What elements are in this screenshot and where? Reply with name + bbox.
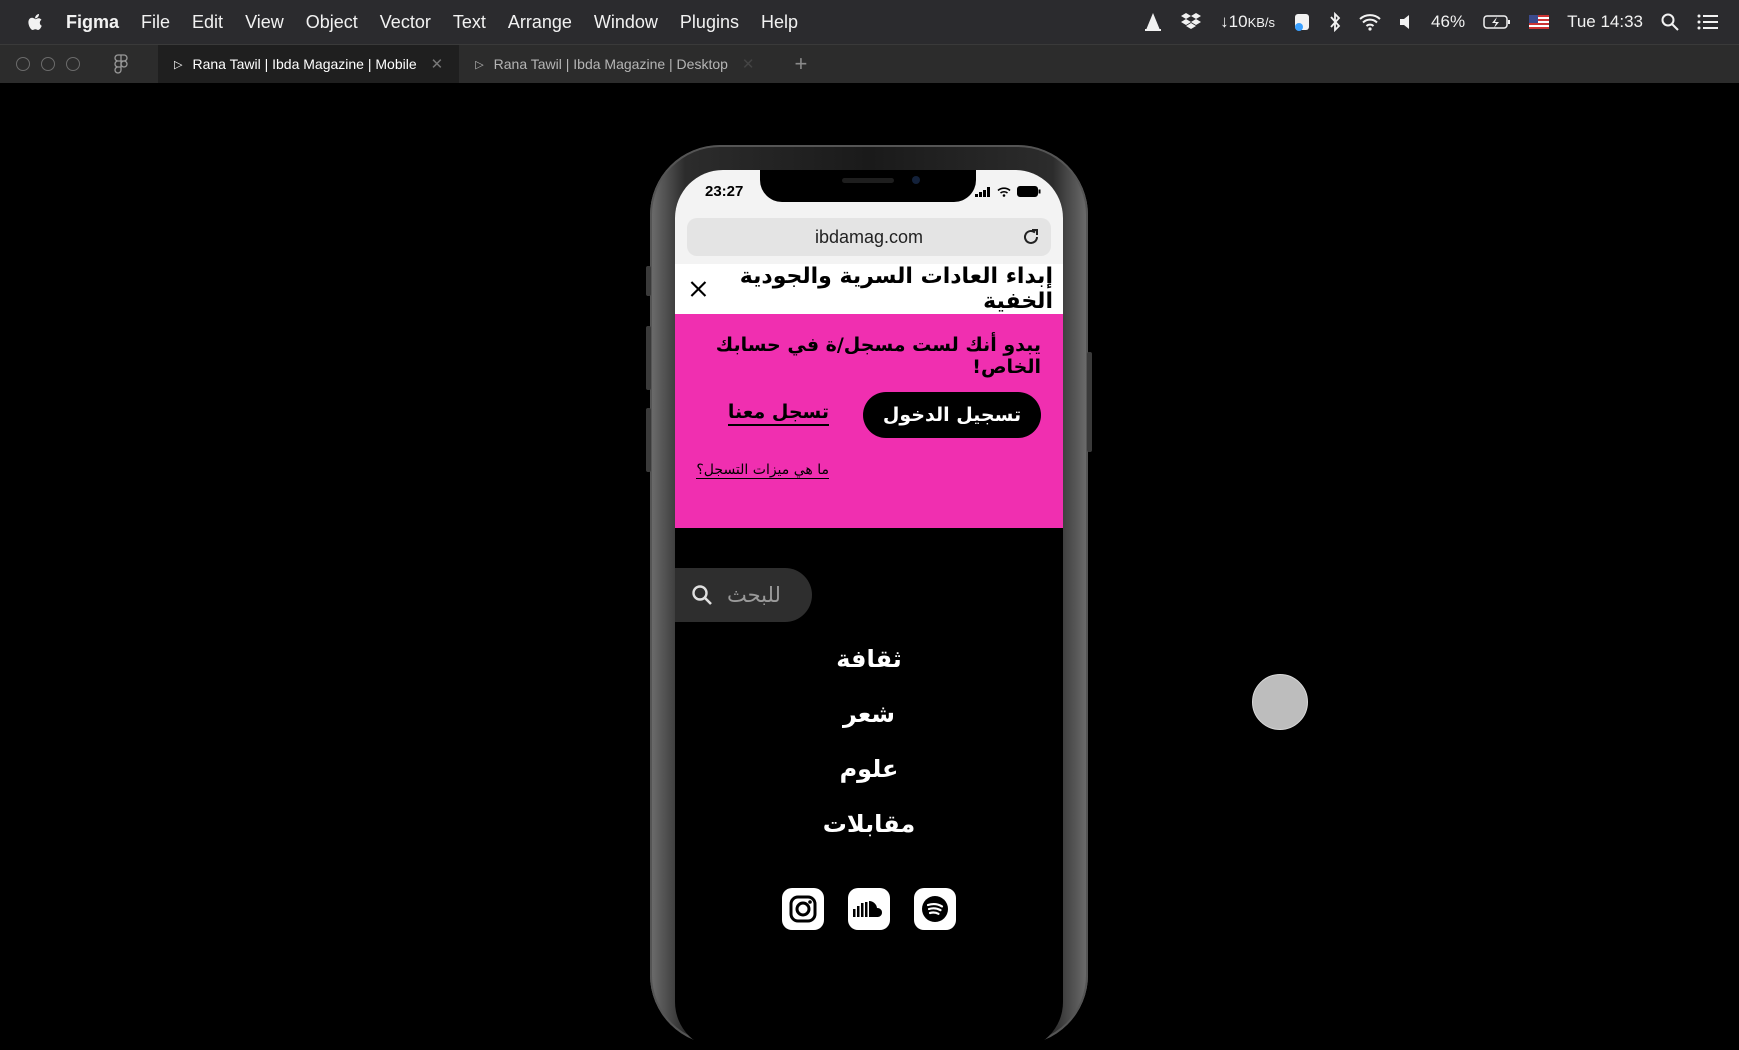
volume-icon[interactable] bbox=[1399, 14, 1413, 30]
nav-item-interviews[interactable]: مقابلات bbox=[675, 797, 1063, 852]
menu-bar: Figma File Edit View Object Vector Text … bbox=[0, 0, 1739, 44]
menu-vector[interactable]: Vector bbox=[380, 12, 431, 33]
nav-item-culture[interactable]: ثقافة bbox=[675, 632, 1063, 687]
social-links bbox=[675, 888, 1063, 930]
url-text: ibdamag.com bbox=[814, 226, 924, 247]
login-promo-banner: يبدو أنك لست مسجل/ة في حسابك الخاص! تسجي… bbox=[675, 314, 1063, 528]
figma-tab-bar: ▷ Rana Tawil | Ibda Magazine | Mobile ✕ … bbox=[0, 44, 1739, 83]
instagram-icon[interactable] bbox=[782, 888, 824, 930]
prototype-cursor bbox=[1252, 674, 1308, 730]
window-close-button[interactable] bbox=[16, 57, 30, 71]
battery-percent: 46% bbox=[1431, 12, 1466, 31]
mute-switch bbox=[646, 266, 651, 296]
tab-title: Rana Tawil | Ibda Magazine | Mobile bbox=[192, 56, 417, 72]
cellular-signal-icon bbox=[975, 186, 990, 197]
phone-status-icons bbox=[975, 186, 1041, 197]
login-button[interactable]: تسجيل الدخول bbox=[863, 392, 1041, 438]
phone-wifi-icon bbox=[997, 186, 1011, 197]
vlc-icon[interactable] bbox=[1144, 12, 1162, 32]
spotlight-search-icon[interactable] bbox=[1661, 13, 1679, 31]
site-header: إبداء العادات السرية والجودية الخفية bbox=[675, 264, 1063, 314]
menu-help[interactable]: Help bbox=[761, 12, 798, 33]
category-nav: ثقافة شعر علوم مقابلات bbox=[675, 632, 1063, 852]
network-speed: ↓10KB/s bbox=[1220, 12, 1276, 31]
power-button bbox=[1087, 352, 1092, 452]
drive-sync-icon[interactable] bbox=[1293, 12, 1311, 32]
tab-mobile-prototype[interactable]: ▷ Rana Tawil | Ibda Magazine | Mobile ✕ bbox=[158, 45, 460, 83]
speaker-grille bbox=[842, 178, 894, 183]
volume-down-button bbox=[646, 408, 651, 472]
spotify-icon[interactable] bbox=[914, 888, 956, 930]
us-flag-icon[interactable] bbox=[1529, 15, 1550, 29]
search-icon bbox=[692, 585, 712, 605]
close-tab-icon[interactable]: ✕ bbox=[742, 55, 755, 73]
front-camera bbox=[912, 176, 920, 184]
figma-logo-icon[interactable] bbox=[114, 54, 128, 74]
menu-plugins[interactable]: Plugins bbox=[680, 12, 739, 33]
nav-item-science[interactable]: علوم bbox=[675, 742, 1063, 797]
menu-view[interactable]: View bbox=[245, 12, 284, 33]
features-link[interactable]: ما هي ميزات التسجل؟ bbox=[696, 462, 829, 479]
tab-desktop-prototype[interactable]: ▷ Rana Tawil | Ibda Magazine | Desktop ✕ bbox=[459, 45, 770, 83]
window-minimize-button[interactable] bbox=[41, 57, 55, 71]
wifi-icon[interactable] bbox=[1359, 13, 1381, 31]
dropbox-icon[interactable] bbox=[1180, 12, 1202, 32]
site-logo[interactable]: إبداء العادات السرية والجودية الخفية bbox=[710, 264, 1054, 314]
menu-file[interactable]: File bbox=[141, 12, 170, 33]
promo-message: يبدو أنك لست مسجل/ة في حسابك الخاص! bbox=[715, 334, 1041, 378]
tab-title: Rana Tawil | Ibda Magazine | Desktop bbox=[493, 56, 728, 72]
menubar-status-area: ↓10KB/s 46% Tue 14:33 bbox=[1144, 0, 1719, 44]
window-zoom-button[interactable] bbox=[66, 57, 80, 71]
phone-battery-icon bbox=[1017, 186, 1041, 197]
menu-text[interactable]: Text bbox=[453, 12, 486, 33]
play-icon: ▷ bbox=[174, 58, 183, 71]
reload-icon[interactable] bbox=[1021, 227, 1041, 247]
nav-item-poetry[interactable]: شعر bbox=[675, 687, 1063, 742]
notification-center-icon[interactable] bbox=[1697, 14, 1719, 30]
close-icon[interactable] bbox=[687, 276, 710, 302]
menu-arrange[interactable]: Arrange bbox=[508, 12, 572, 33]
menu-window[interactable]: Window bbox=[594, 12, 658, 33]
battery-charging-icon[interactable] bbox=[1483, 14, 1511, 30]
play-icon: ▷ bbox=[475, 58, 484, 71]
menu-edit[interactable]: Edit bbox=[192, 12, 223, 33]
menu-object[interactable]: Object bbox=[306, 12, 358, 33]
address-bar[interactable]: ibdamag.com bbox=[687, 218, 1051, 256]
phone-time: 23:27 bbox=[705, 183, 744, 200]
phone-notch bbox=[760, 170, 976, 202]
bluetooth-icon[interactable] bbox=[1329, 12, 1341, 32]
menu-app-name[interactable]: Figma bbox=[66, 12, 119, 33]
add-tab-icon[interactable]: + bbox=[795, 51, 808, 77]
volume-up-button bbox=[646, 326, 651, 390]
close-tab-icon[interactable]: ✕ bbox=[431, 55, 444, 73]
signup-link[interactable]: تسجل معنا bbox=[727, 400, 829, 426]
search-input[interactable]: للبحث bbox=[675, 568, 812, 622]
clock[interactable]: Tue 14:33 bbox=[1567, 12, 1643, 32]
apple-icon[interactable] bbox=[24, 11, 46, 33]
soundcloud-icon[interactable] bbox=[848, 888, 890, 930]
search-placeholder: للبحث bbox=[727, 583, 781, 607]
phone-screen: 23:27 ibdamag.com إبداء العادات السرية و… bbox=[675, 170, 1063, 1050]
